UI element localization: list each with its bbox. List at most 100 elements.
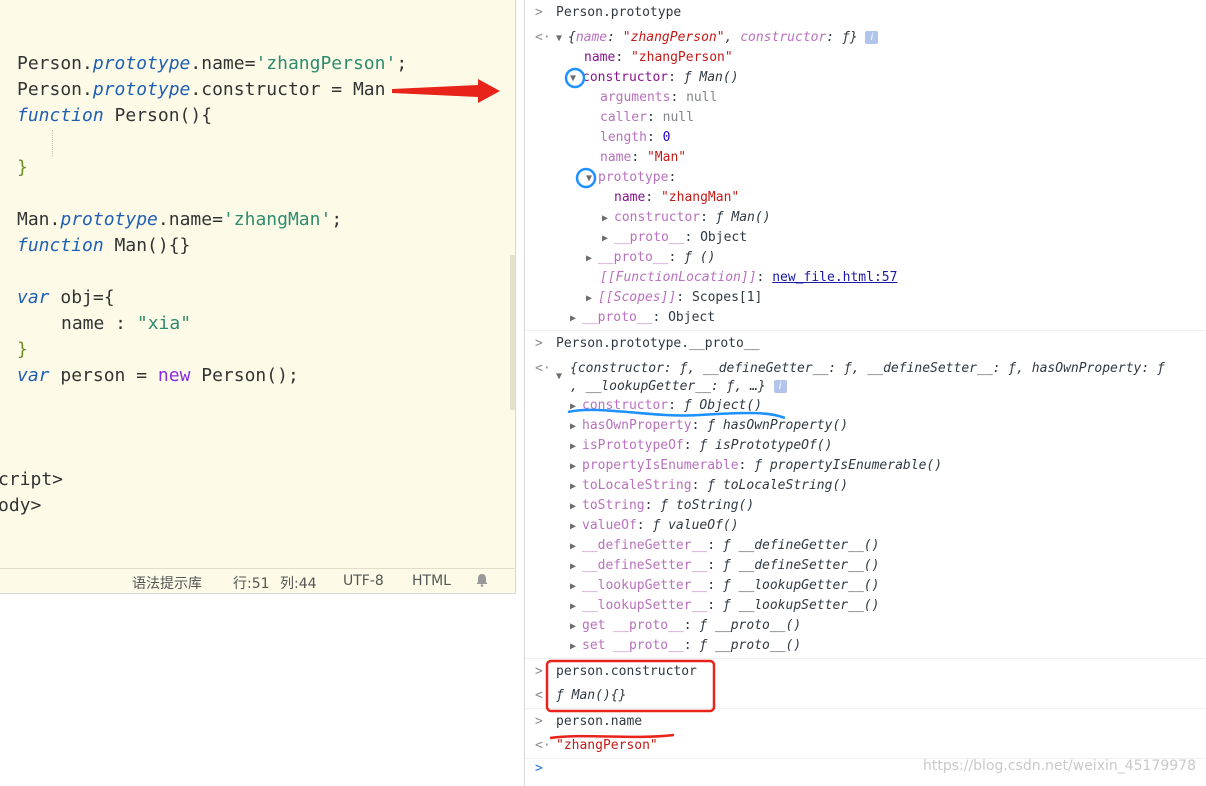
code-token: } <box>17 157 28 178</box>
output-prompt-icon: <· <box>535 30 551 45</box>
summary-value: ƒ <box>841 30 850 45</box>
console-input[interactable]: person.name <box>556 713 642 731</box>
code-token: prototype <box>60 209 158 230</box>
output-prompt-icon: <· <box>535 688 551 703</box>
code-token: ; <box>396 53 408 74</box>
collapsed-triangle-icon[interactable]: ▶ <box>570 310 582 328</box>
console-input[interactable]: Person.prototype.__proto__ <box>556 335 760 353</box>
list-item[interactable]: ▶ hasOwnProperty: ƒ hasOwnProperty() <box>570 417 848 435</box>
collapsed-triangle-icon[interactable]: ▶ <box>570 478 582 496</box>
info-icon[interactable]: i <box>773 380 787 393</box>
list-item[interactable]: ▶ toString: ƒ toString() <box>570 497 754 515</box>
code-token: .name= <box>190 53 256 74</box>
list-item[interactable]: ▶ propertyIsEnumerable: ƒ propertyIsEnume… <box>570 457 942 475</box>
list-item[interactable]: ▶ valueOf: ƒ valueOf() <box>570 517 739 535</box>
console-result: "zhangPerson" <box>556 738 658 753</box>
property-row[interactable]: ▶ constructor: ƒ Man() <box>602 209 771 227</box>
code-token: prototype <box>92 79 191 100</box>
code-line-3: function Person(){ <box>17 103 212 129</box>
code-line-12: ody> <box>0 493 41 519</box>
list-item[interactable]: ▶ isPrototypeOf: ƒ isPrototypeOf() <box>570 437 832 455</box>
code-token: ody> <box>0 495 42 516</box>
console-input[interactable]: person.constructor <box>556 663 697 681</box>
object-summary-cont[interactable]: , __lookupGetter__: ƒ, …} i <box>570 378 787 396</box>
property-row[interactable]: ▶ [[Scopes]]: Scopes[1] <box>586 289 762 307</box>
list-item[interactable]: ▶ set __proto__: ƒ __proto__() <box>570 637 801 655</box>
property-row[interactable]: ▶ __proto__: ƒ () <box>586 249 715 267</box>
code-token: prototype <box>92 53 191 74</box>
code-token: Man(){} <box>103 235 191 256</box>
devtools-console[interactable]: > Person.prototype <· ▼ {name: "zhangPers… <box>524 0 1206 786</box>
collapsed-triangle-icon[interactable]: ▶ <box>570 498 582 516</box>
info-icon[interactable]: i <box>865 31 879 44</box>
code-line-2: Person.prototype.constructor = Man <box>17 77 385 103</box>
list-item[interactable]: ▶ constructor: ƒ Object() <box>570 397 762 415</box>
object-summary[interactable]: {constructor: ƒ, __defineGetter__: ƒ, __… <box>570 360 1165 378</box>
code-token: "xia" <box>136 313 192 334</box>
collapsed-triangle-icon[interactable]: ▶ <box>570 578 582 596</box>
code-line-1: Person.prototype.name='zhangPerson'; <box>17 51 407 77</box>
indent-guide <box>52 130 53 156</box>
input-prompt-icon: > <box>535 714 543 729</box>
property-row: caller: null <box>600 110 694 125</box>
list-item[interactable]: ▶ __defineSetter__: ƒ __defineSetter__() <box>570 557 879 575</box>
editor-scrollbar[interactable] <box>510 255 515 410</box>
bell-icon[interactable] <box>475 573 489 591</box>
code-line-6: function Man(){} <box>17 233 190 259</box>
collapsed-triangle-icon[interactable]: ▶ <box>602 210 614 228</box>
code-token: Man. <box>17 209 61 230</box>
expanded-triangle-icon[interactable]: ▼ <box>556 371 568 382</box>
collapsed-triangle-icon[interactable]: ▶ <box>570 458 582 476</box>
collapsed-triangle-icon[interactable]: ▶ <box>570 618 582 636</box>
code-token: var <box>17 287 50 308</box>
collapsed-triangle-icon[interactable]: ▶ <box>570 398 582 416</box>
console-prompt-icon[interactable]: > <box>535 761 543 776</box>
code-line-11: cript> <box>0 467 63 493</box>
collapsed-triangle-icon[interactable]: ▶ <box>586 250 598 268</box>
property-row: name: "zhangMan" <box>614 190 740 205</box>
collapsed-triangle-icon[interactable]: ▶ <box>570 518 582 536</box>
file-encoding[interactable]: UTF-8 <box>343 573 384 589</box>
property-row-constructor[interactable]: ▼ constructor: ƒ Man() <box>570 69 739 87</box>
code-line-9: } <box>17 337 28 363</box>
list-item[interactable]: ▶ get __proto__: ƒ __proto__() <box>570 617 801 635</box>
code-token: } <box>17 339 28 360</box>
collapsed-triangle-icon[interactable]: ▶ <box>602 230 614 248</box>
list-item[interactable]: ▶ toLocaleString: ƒ toLocaleString() <box>570 477 848 495</box>
console-result[interactable]: ƒ Man(){} <box>556 687 626 705</box>
property-row[interactable]: ▶ __proto__: Object <box>602 229 747 247</box>
collapsed-triangle-icon[interactable]: ▶ <box>570 598 582 616</box>
expanded-triangle-icon[interactable]: ▼ <box>570 70 582 88</box>
collapsed-triangle-icon[interactable]: ▶ <box>570 638 582 656</box>
code-token: .name= <box>157 209 223 230</box>
code-token: .constructor = Man <box>190 79 386 100</box>
source-link[interactable]: new_file.html:57 <box>772 270 897 285</box>
code-line-10: var person = new Person(); <box>17 363 299 389</box>
code-token: ; <box>331 209 343 230</box>
console-divider <box>525 330 1206 331</box>
console-divider <box>525 708 1206 709</box>
list-item[interactable]: ▶ __lookupGetter__: ƒ __lookupGetter__() <box>570 577 879 595</box>
collapsed-triangle-icon[interactable]: ▶ <box>570 418 582 436</box>
collapsed-triangle-icon[interactable]: ▶ <box>570 558 582 576</box>
object-summary[interactable]: ▼ {name: "zhangPerson", constructor: ƒ} i <box>556 29 879 48</box>
code-line-5: Man.prototype.name='zhangMan'; <box>17 207 342 233</box>
property-row: length: 0 <box>600 130 671 145</box>
collapsed-triangle-icon[interactable]: ▶ <box>570 538 582 556</box>
code-editor[interactable]: Person.prototype.name='zhangPerson'; Per… <box>0 0 516 594</box>
collapsed-triangle-icon[interactable]: ▶ <box>586 290 598 308</box>
code-token: function <box>17 235 104 256</box>
syntax-hint-library[interactable]: 语法提示库 <box>132 573 202 593</box>
property-row-prototype[interactable]: ▼ prototype: <box>586 169 676 187</box>
expanded-triangle-icon[interactable]: ▼ <box>556 30 568 48</box>
console-input[interactable]: Person.prototype <box>556 4 681 22</box>
expanded-triangle-icon[interactable]: ▼ <box>586 170 598 188</box>
list-item[interactable]: ▶ __defineGetter__: ƒ __defineGetter__() <box>570 537 879 555</box>
code-token: obj={ <box>49 287 115 308</box>
output-prompt-icon: <· <box>535 361 551 376</box>
file-language[interactable]: HTML <box>412 573 451 589</box>
list-item[interactable]: ▶ __lookupSetter__: ƒ __lookupSetter__() <box>570 597 879 615</box>
property-row[interactable]: ▶ __proto__: Object <box>570 309 715 327</box>
collapsed-triangle-icon[interactable]: ▶ <box>570 438 582 456</box>
console-divider <box>525 658 1206 659</box>
